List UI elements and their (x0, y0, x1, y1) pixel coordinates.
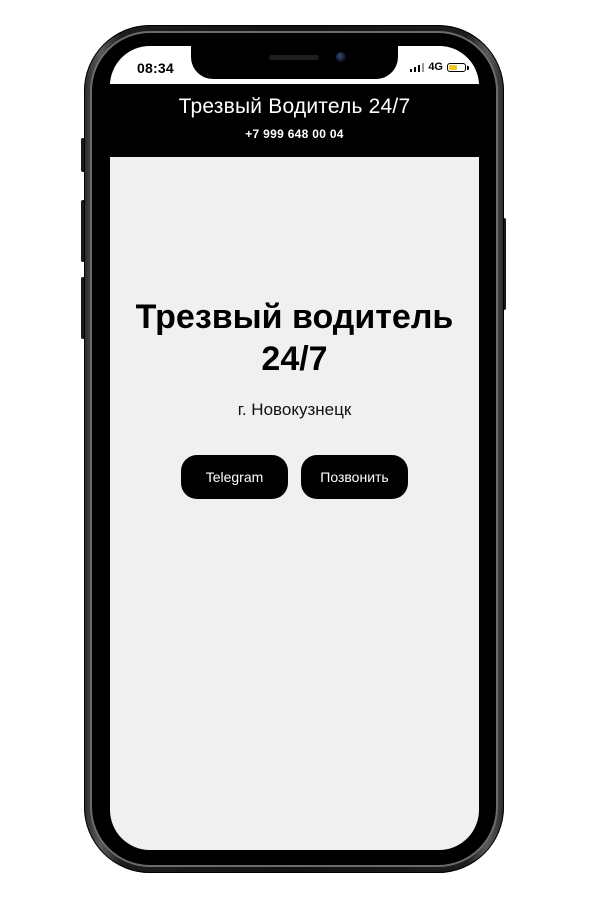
phone-screen: 08:34 4G Трезвый Водитель 24/7 +7 999 64… (110, 46, 479, 850)
status-indicators: 4G (409, 61, 469, 73)
call-button[interactable]: Позвонить (301, 455, 408, 499)
header-title: Трезвый Водитель 24/7 (178, 95, 411, 118)
hero-city: г. Новокузнецк (237, 400, 352, 419)
action-buttons: Telegram Позвонить (110, 455, 479, 499)
speaker-grill (269, 55, 319, 60)
header-phone-link[interactable]: +7 999 648 00 04 (110, 127, 479, 141)
battery-icon (447, 62, 469, 72)
network-type: 4G (428, 61, 443, 73)
app-header: Трезвый Водитель 24/7 +7 999 648 00 04 (110, 84, 479, 157)
hero-title: Трезвый водитель 24/7 (135, 298, 454, 378)
front-camera-icon (336, 52, 346, 62)
device-mockup: 08:34 4G Трезвый Водитель 24/7 +7 999 64… (0, 0, 589, 898)
battery-level (449, 64, 458, 70)
cellular-signal-icon (409, 62, 425, 72)
phone-notch (191, 46, 398, 79)
telegram-button[interactable]: Telegram (181, 455, 288, 499)
hero-section: Трезвый водитель 24/7 г. Новокузнецк Tel… (110, 296, 479, 499)
status-time: 08:34 (137, 60, 174, 76)
